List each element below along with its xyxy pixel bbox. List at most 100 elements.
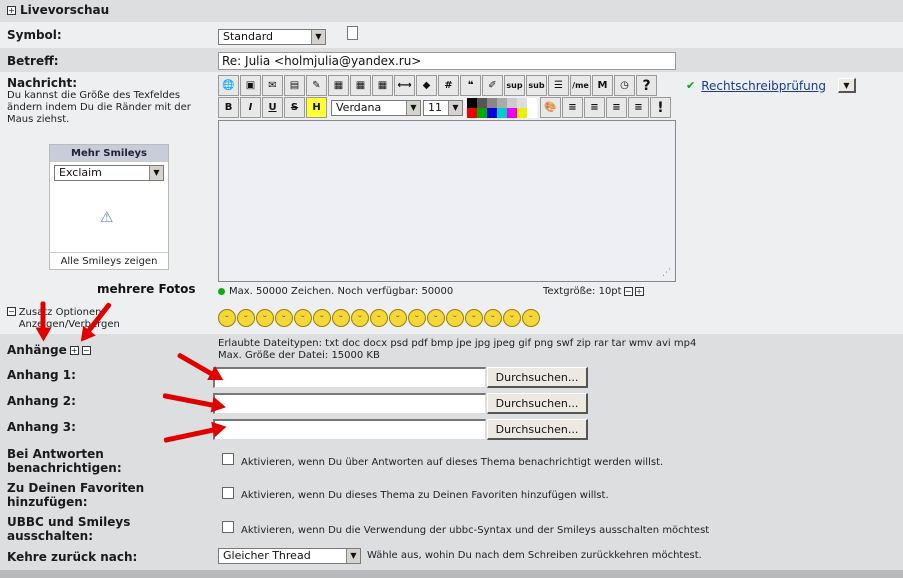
attachment-3-label: Anhang 3: bbox=[7, 420, 76, 434]
smileys-box: Mehr Smileys Exclaim ▼ ⚠ Alle Smileys zei… bbox=[49, 144, 169, 270]
attachment-1-field[interactable] bbox=[213, 367, 486, 388]
textsize-text: Textgröße: 10pt bbox=[543, 286, 622, 297]
smiley-icon[interactable]: ᵕ bbox=[256, 309, 274, 327]
smiley-icon[interactable]: ᵕ bbox=[484, 309, 502, 327]
table-row-icon[interactable]: ▦ bbox=[350, 75, 371, 96]
spellcheck-dropdown[interactable]: ▼ bbox=[837, 78, 856, 93]
smileys-select[interactable]: Exclaim ▼ bbox=[54, 165, 164, 181]
highlight-icon[interactable]: H bbox=[306, 97, 327, 118]
options-toggle[interactable]: − Zusatz Optionen Anzeigen/Verbergen bbox=[7, 307, 137, 331]
spellcheck-link[interactable]: Rechtschreibprüfung bbox=[701, 79, 826, 93]
favorites-text: Aktivieren, wenn Du dieses Thema zu Dein… bbox=[241, 490, 609, 501]
favorites-label-line2: hinzufügen: bbox=[7, 495, 88, 509]
color-palette[interactable] bbox=[467, 97, 537, 118]
me-icon[interactable]: /me bbox=[570, 75, 591, 96]
remove-attachment-icon[interactable]: − bbox=[81, 345, 91, 355]
superscript-icon[interactable]: sup bbox=[504, 75, 525, 96]
hash-icon[interactable]: # bbox=[438, 75, 459, 96]
smiley-icon[interactable]: ᵕ bbox=[427, 309, 445, 327]
preview-toggle[interactable]: + Livevorschau bbox=[7, 3, 109, 17]
list-icon[interactable]: ☰ bbox=[548, 75, 569, 96]
attachment-2-browse-button[interactable]: Durchsuchen... bbox=[487, 393, 588, 414]
ubbc-checkbox[interactable] bbox=[222, 521, 234, 533]
smiley-icon[interactable]: ᵕ bbox=[237, 309, 255, 327]
add-attachment-icon[interactable]: + bbox=[69, 345, 79, 355]
table-column-icon[interactable]: ▦ bbox=[372, 75, 393, 96]
footer-bar bbox=[0, 570, 903, 578]
media-icon[interactable]: ▤ bbox=[284, 75, 305, 96]
attachments-label: Anhänge bbox=[7, 343, 67, 357]
smiley-icon[interactable]: ᵕ bbox=[294, 309, 312, 327]
favorites-checkbox[interactable] bbox=[222, 487, 234, 499]
email-icon[interactable]: ✉ bbox=[262, 75, 283, 96]
ubbc-label-line2: ausschalten: bbox=[7, 529, 94, 543]
attachment-2-field[interactable] bbox=[213, 393, 486, 414]
smiley-icon[interactable]: ᵕ bbox=[370, 309, 388, 327]
increase-icon[interactable]: + bbox=[634, 287, 644, 296]
edit-icon[interactable]: ✐ bbox=[482, 75, 503, 96]
table-icon[interactable]: ▦ bbox=[328, 75, 349, 96]
message-hint: Du kannst die Größe des Texfeldes ändern… bbox=[7, 90, 191, 125]
font-select[interactable]: Verdana ▼ bbox=[331, 99, 421, 116]
help-icon[interactable]: ? bbox=[636, 75, 657, 96]
resize-handle-icon[interactable]: ⋰ bbox=[662, 268, 671, 278]
allowed-types: Erlaubte Dateitypen: txt doc docx psd pd… bbox=[218, 338, 697, 349]
smiley-icon[interactable]: ᵕ bbox=[522, 309, 540, 327]
smiley-icon[interactable]: ᵕ bbox=[446, 309, 464, 327]
show-all-smileys-link[interactable]: Alle Smileys zeigen bbox=[50, 252, 168, 269]
code-icon[interactable]: ◆ bbox=[416, 75, 437, 96]
subject-input[interactable]: Re: Julia <holmjulia@yandex.ru> bbox=[218, 52, 676, 70]
align-right-icon[interactable]: ≡ bbox=[628, 97, 649, 118]
image-icon[interactable]: ▣ bbox=[240, 75, 261, 96]
attachment-1-label: Anhang 1: bbox=[7, 368, 76, 382]
smiley-icon[interactable]: ᵕ bbox=[465, 309, 483, 327]
underline-icon[interactable]: U bbox=[262, 97, 283, 118]
align-left-icon[interactable]: ≡ bbox=[584, 97, 605, 118]
horizontal-rule-icon[interactable]: ⟷ bbox=[394, 75, 415, 96]
italic-icon[interactable]: I bbox=[240, 97, 261, 118]
smiley-icon[interactable]: ᵕ bbox=[313, 309, 331, 327]
return-label: Kehre zurück nach: bbox=[7, 550, 138, 564]
status-dot-icon bbox=[218, 288, 225, 295]
smiley-icon[interactable]: ᵕ bbox=[408, 309, 426, 327]
align-justify-icon[interactable]: ≡ bbox=[562, 97, 583, 118]
globe-icon[interactable]: 🌐 bbox=[218, 75, 239, 96]
attachment-3-field[interactable] bbox=[213, 419, 486, 440]
attachment-3-browse-button[interactable]: Durchsuchen... bbox=[487, 419, 588, 440]
strikethrough-icon[interactable]: S bbox=[284, 97, 305, 118]
timer-icon[interactable]: ◷ bbox=[614, 75, 635, 96]
attachment-info: Erlaubte Dateitypen: txt doc docx psd pd… bbox=[218, 338, 696, 362]
flash-icon[interactable]: ✎ bbox=[306, 75, 327, 96]
decrease-icon[interactable]: − bbox=[623, 287, 633, 296]
ubbc-label-line1: UBBC und Smileys bbox=[7, 515, 131, 529]
chevron-down-icon: ▼ bbox=[149, 166, 163, 180]
align-center-icon[interactable]: ≡ bbox=[606, 97, 627, 118]
font-value: Verdana bbox=[336, 100, 382, 114]
subscript-icon[interactable]: sub bbox=[526, 75, 547, 96]
exclamation-icon[interactable]: ! bbox=[650, 97, 671, 118]
smiley-row: ᵕ ᵕ ᵕ ᵕ ᵕ ᵕ ᵕ ᵕ ᵕ ᵕ ᵕ ᵕ ᵕ ᵕ ᵕ ᵕ ᵕ bbox=[218, 309, 541, 327]
smileys-selected: Exclaim bbox=[59, 166, 102, 179]
quote-icon[interactable]: ❝ bbox=[460, 75, 481, 96]
palette-icon[interactable]: 🎨 bbox=[540, 97, 561, 118]
smiley-icon[interactable]: ᵕ bbox=[275, 309, 293, 327]
warning-icon: ⚠ bbox=[100, 208, 114, 226]
notify-checkbox[interactable] bbox=[222, 453, 234, 465]
symbol-select[interactable]: Standard ▼ bbox=[218, 29, 326, 45]
smiley-icon[interactable]: ᵕ bbox=[351, 309, 369, 327]
size-value: 11 bbox=[428, 100, 442, 114]
smiley-icon[interactable]: ᵕ bbox=[503, 309, 521, 327]
size-select[interactable]: 11 ▼ bbox=[423, 99, 463, 116]
attachment-1-browse-button[interactable]: Durchsuchen... bbox=[487, 367, 588, 388]
smiley-icon[interactable]: ᵕ bbox=[389, 309, 407, 327]
spellcheck-icon: ✔ bbox=[686, 79, 696, 92]
return-text: Wähle aus, wohin Du nach dem Schreiben z… bbox=[367, 550, 702, 561]
smileys-box-title: Mehr Smileys bbox=[50, 145, 168, 162]
smiley-icon[interactable]: ᵕ bbox=[218, 309, 236, 327]
move-icon[interactable]: M bbox=[592, 75, 613, 96]
message-textarea[interactable]: ⋰ bbox=[218, 120, 676, 282]
return-select[interactable]: Gleicher Thread ▼ bbox=[218, 548, 361, 564]
smiley-icon[interactable]: ᵕ bbox=[332, 309, 350, 327]
bold-icon[interactable]: B bbox=[218, 97, 239, 118]
symbol-label: Symbol: bbox=[7, 28, 62, 42]
